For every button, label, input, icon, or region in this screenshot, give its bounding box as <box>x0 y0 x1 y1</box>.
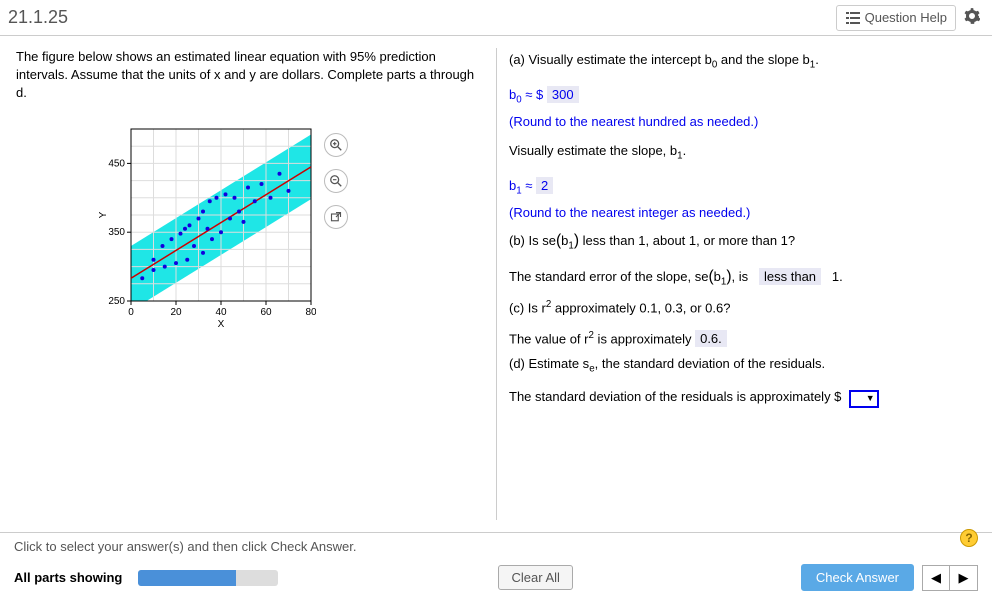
svg-text:Y: Y <box>98 211 109 218</box>
main-content: The figure below shows an estimated line… <box>0 36 992 532</box>
hint-button[interactable]: ? <box>960 529 978 547</box>
left-column: The figure below shows an estimated line… <box>16 48 496 520</box>
sd-dropdown[interactable]: ▼ <box>849 390 879 408</box>
help-label: Question Help <box>865 10 947 25</box>
list-icon <box>845 10 861 26</box>
part-b-prompt: (b) Is se(b1) less than 1, about 1, or m… <box>509 226 976 256</box>
b1-answer[interactable]: 2 <box>536 177 553 194</box>
svg-text:60: 60 <box>260 307 272 318</box>
nav-group: ◀ ▶ <box>922 565 978 591</box>
header-bar: 21.1.25 Question Help <box>0 0 992 36</box>
sd-answer-line: The standard deviation of the residuals … <box>509 385 976 410</box>
round-hundred-hint: (Round to the nearest hundred as needed.… <box>509 110 976 135</box>
settings-button[interactable] <box>964 8 984 27</box>
svg-text:X: X <box>218 319 225 329</box>
svg-text:450: 450 <box>108 158 125 169</box>
next-button[interactable]: ▶ <box>950 565 978 591</box>
slope-prompt: Visually estimate the slope, b1. <box>509 139 976 166</box>
zoom-out-button[interactable] <box>324 169 348 193</box>
question-number: 21.1.25 <box>8 7 836 28</box>
b1-answer-line: b1 ≈ 2 <box>509 174 976 201</box>
check-answer-button[interactable]: Check Answer <box>801 564 914 591</box>
svg-text:350: 350 <box>108 227 125 238</box>
right-column: (a) Visually estimate the intercept b0 a… <box>496 48 976 520</box>
b0-answer[interactable]: 300 <box>547 86 579 103</box>
popout-button[interactable] <box>324 205 348 229</box>
footer: ? Click to select your answer(s) and the… <box>0 532 992 591</box>
round-int-hint: (Round to the nearest integer as needed.… <box>509 201 976 226</box>
prev-button[interactable]: ◀ <box>922 565 950 591</box>
svg-text:40: 40 <box>215 307 227 318</box>
svg-text:250: 250 <box>108 296 125 307</box>
r2-answer[interactable]: 0.6. <box>695 330 727 347</box>
progress-bar <box>138 570 278 586</box>
svg-text:20: 20 <box>170 307 182 318</box>
intro-text: The figure below shows an estimated line… <box>16 48 488 103</box>
gear-icon <box>964 8 980 24</box>
svg-text:0: 0 <box>128 307 134 318</box>
progress-fill <box>138 570 236 586</box>
chart-area: 0 20 40 60 80 250 350 450 X Y <box>96 119 488 332</box>
zoom-in-button[interactable] <box>324 133 348 157</box>
r2-answer-line: The value of r2 is approximately 0.6. <box>509 327 976 352</box>
part-c-prompt: (c) Is r2 approximately 0.1, 0.3, or 0.6… <box>509 296 976 321</box>
scatter-chart: 0 20 40 60 80 250 350 450 X Y <box>96 119 316 329</box>
footer-hint: Click to select your answer(s) and then … <box>14 539 978 554</box>
se-answer-line: The standard error of the slope, se(b1),… <box>509 262 976 292</box>
se-answer[interactable]: less than <box>759 268 821 285</box>
chart-toolbar <box>324 133 348 229</box>
question-help-button[interactable]: Question Help <box>836 5 956 31</box>
svg-text:80: 80 <box>305 307 316 318</box>
parts-label: All parts showing <box>14 570 122 585</box>
chevron-down-icon: ▼ <box>866 390 875 407</box>
part-d-prompt: (d) Estimate se, the standard deviation … <box>509 352 976 379</box>
clear-all-button[interactable]: Clear All <box>498 565 572 590</box>
footer-controls: All parts showing Clear All Check Answer… <box>14 564 978 591</box>
part-a-prompt: (a) Visually estimate the intercept b0 a… <box>509 48 976 75</box>
b0-answer-line: b0 ≈ $ 300 <box>509 83 976 110</box>
